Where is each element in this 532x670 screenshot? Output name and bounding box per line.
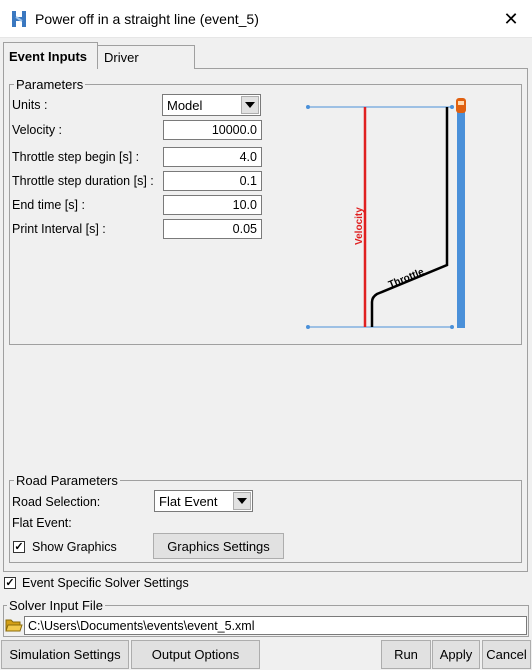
folder-open-icon[interactable]	[5, 616, 23, 634]
tab-driver[interactable]: Driver	[97, 45, 195, 69]
car-icon	[456, 98, 466, 113]
chevron-down-icon[interactable]	[233, 492, 251, 510]
road-selection-label: Road Selection:	[12, 495, 101, 509]
throttle-step-duration-label: Throttle step duration [s] :	[12, 174, 154, 188]
cancel-button[interactable]: Cancel	[482, 640, 531, 669]
apply-button[interactable]: Apply	[432, 640, 480, 669]
units-select[interactable]: Model	[162, 94, 261, 116]
road-selection-select[interactable]: Flat Event	[154, 490, 253, 512]
parameters-group-title: Parameters	[14, 77, 86, 92]
road-selection-value: Flat Event	[159, 494, 218, 509]
top-guide-dot-left	[306, 105, 310, 109]
close-icon[interactable]: ✕	[496, 4, 526, 34]
bottom-guide-dot-left	[306, 325, 310, 329]
throttle-step-begin-label: Throttle step begin [s] :	[12, 150, 140, 164]
show-graphics-checkbox[interactable]: ✓	[13, 541, 25, 553]
simulation-settings-button[interactable]: Simulation Settings	[1, 640, 129, 669]
flat-event-label: Flat Event:	[12, 516, 72, 530]
throttle-step-begin-input[interactable]: 4.0	[163, 147, 262, 167]
road-parameters-group-title: Road Parameters	[14, 473, 120, 488]
print-interval-label: Print Interval [s] :	[12, 222, 106, 236]
units-select-value: Model	[167, 98, 203, 113]
event-diagram: Velocity Throttle	[306, 98, 466, 329]
print-interval-input[interactable]: 0.05	[163, 219, 262, 239]
event-specific-solver-label: Event Specific Solver Settings	[22, 576, 189, 590]
show-graphics-label: Show Graphics	[32, 540, 117, 554]
tab-event-inputs[interactable]: Event Inputs	[3, 42, 98, 69]
graphics-settings-button[interactable]: Graphics Settings	[153, 533, 284, 559]
event-specific-solver-checkbox[interactable]: ✓	[4, 577, 16, 589]
throttle-line	[370, 107, 449, 327]
velocity-input[interactable]: 10000.0	[163, 120, 262, 140]
bottom-guide-dot-right	[450, 325, 454, 329]
window-title: Power off in a straight line (event_5)	[35, 11, 259, 27]
solver-input-file-title: Solver Input File	[7, 598, 105, 613]
end-time-label: End time [s] :	[12, 198, 85, 212]
throttle-step-duration-input[interactable]: 0.1	[163, 171, 262, 191]
output-options-button[interactable]: Output Options	[131, 640, 260, 669]
velocity-diagram-label: Velocity	[354, 207, 365, 245]
solver-input-file-path[interactable]: C:\Users\Documents\events\event_5.xml	[24, 616, 527, 635]
throttle-diagram-label: Throttle	[387, 266, 426, 290]
velocity-label: Velocity :	[12, 123, 63, 137]
road-strip	[457, 107, 465, 328]
end-time-input[interactable]: 10.0	[163, 195, 262, 215]
top-guide-dot-right	[450, 105, 454, 109]
units-label: Units :	[12, 98, 48, 112]
chevron-down-icon[interactable]	[241, 96, 259, 114]
app-logo-icon	[10, 9, 28, 29]
run-button[interactable]: Run	[381, 640, 431, 669]
